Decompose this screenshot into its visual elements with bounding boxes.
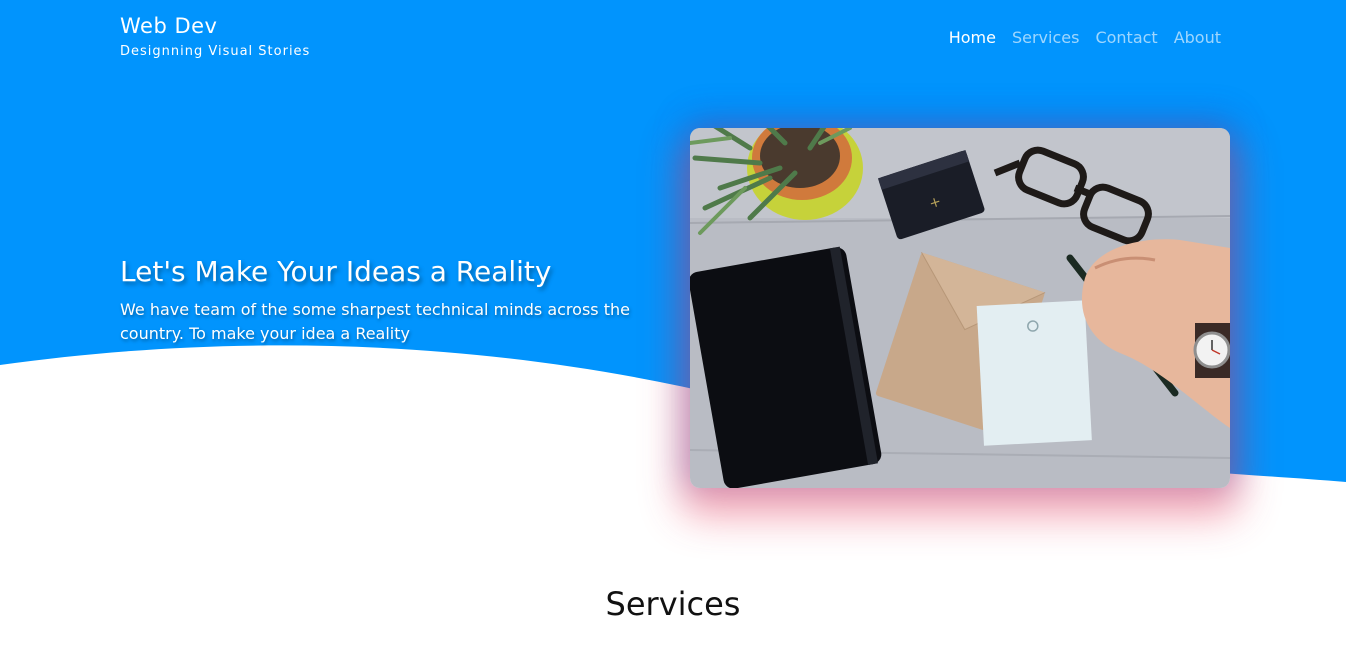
hero-photo: +: [690, 128, 1230, 488]
desk-photo-illustration: +: [690, 128, 1230, 488]
nav-item-contact[interactable]: Contact: [1095, 28, 1157, 47]
note-card-icon: [976, 300, 1092, 446]
nav-item-home[interactable]: Home: [949, 28, 996, 47]
brand-title[interactable]: Web Dev: [120, 14, 310, 38]
hero-text: Let's Make Your Ideas a Reality We have …: [120, 255, 640, 346]
services-heading: Services: [605, 585, 741, 623]
nav-item-services[interactable]: Services: [1012, 28, 1079, 47]
brand-tagline: Designning Visual Stories: [120, 44, 311, 59]
hero-title: Let's Make Your Ideas a Reality: [120, 255, 552, 288]
nav-item-about[interactable]: About: [1174, 28, 1221, 47]
main-nav: Home Services Contact About: [949, 28, 1221, 47]
hero-subtitle: We have team of the some sharpest techni…: [120, 300, 630, 343]
brand: Web Dev Designning Visual Stories: [120, 14, 310, 59]
